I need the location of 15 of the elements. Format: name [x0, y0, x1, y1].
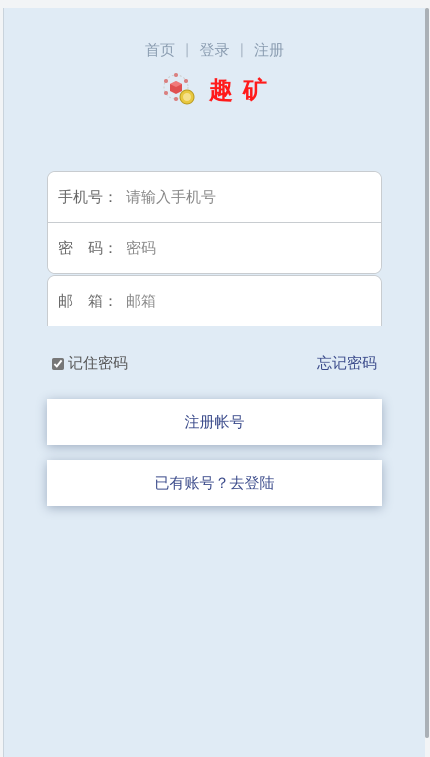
logo-text: 趣 矿 [208, 75, 268, 106]
text-input[interactable]: 密码 [126, 236, 371, 260]
text-input[interactable]: 请输入手机号 [126, 185, 371, 209]
field-label: 邮 箱： [58, 292, 118, 310]
remember-checkbox[interactable] [52, 358, 64, 370]
field-label: 密 码： [58, 238, 118, 258]
checkbox-label: 记住密码 [68, 354, 128, 373]
nav-separator: | [240, 41, 244, 60]
nav-separator: | [184, 41, 190, 60]
field-label: 手机号： [58, 188, 118, 206]
action-button[interactable]: 已有账号？去登陆 [47, 460, 382, 506]
text-input[interactable]: 邮箱 [126, 289, 371, 313]
action-button[interactable]: 注册帐号 [47, 399, 382, 445]
forgot-password-link[interactable]: 忘记密码 [317, 354, 377, 373]
input-field[interactable]: 密 码： 密码 [48, 222, 381, 273]
